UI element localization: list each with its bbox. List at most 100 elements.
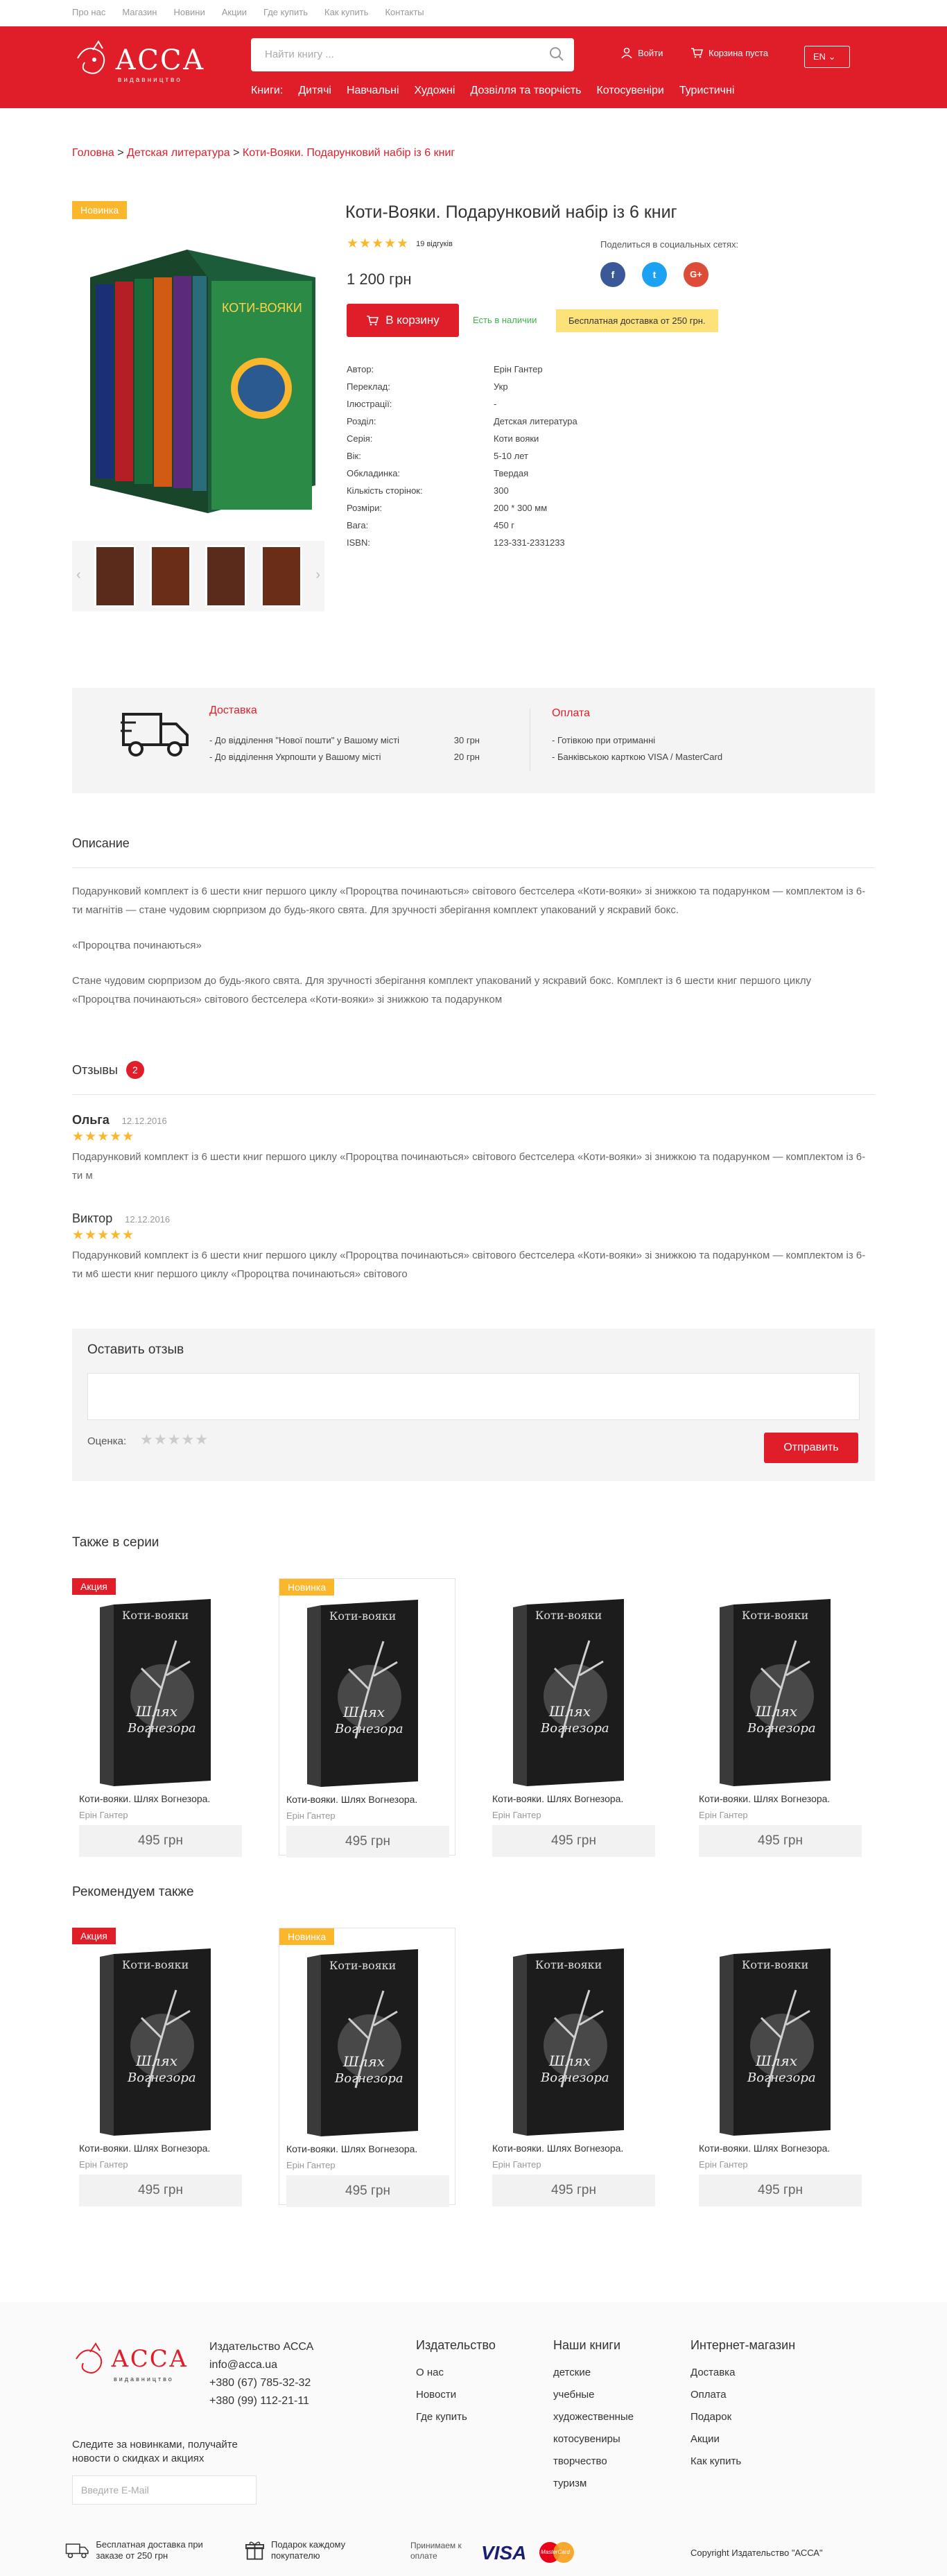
breadcrumb-current[interactable]: Коти-Вояки. Подарунковий набір із 6 книг [243, 147, 455, 159]
nav-item[interactable]: Навчальні [347, 85, 399, 97]
footer-link[interactable]: творчество [553, 2450, 634, 2473]
footer-link[interactable]: Подарок [690, 2406, 795, 2428]
footer-link[interactable]: детские [553, 2362, 634, 2384]
product-card-image[interactable]: Коти-вояки Шлях Вогнезора [307, 1600, 424, 1787]
spec-row: Переклад: Укр [347, 378, 577, 395]
breadcrumb-home[interactable]: Головна [72, 147, 114, 159]
language-select[interactable]: EN ⌄ [804, 46, 850, 68]
product-card-image[interactable]: Коти-вояки Шлях Вогнезора [720, 1599, 836, 1786]
breadcrumb-category[interactable]: Детская литература [127, 147, 230, 159]
product-card[interactable]: Коти-вояки Шлях Вогнезора Новинка Коти-вояки… [279, 1928, 455, 2207]
thumbnail[interactable] [94, 545, 136, 607]
footer-link[interactable]: О нас [416, 2362, 496, 2384]
thumbnail[interactable] [261, 545, 302, 607]
submit-review-button[interactable]: Отправить [764, 1433, 858, 1463]
footer-link[interactable]: Как купить [690, 2450, 795, 2473]
footer-col-title: Интернет-магазин [690, 2338, 796, 2352]
google-plus-icon[interactable]: G+ [684, 262, 709, 287]
subscribe-email-input[interactable]: Введите E-Mail [72, 2475, 257, 2505]
description-title: Описание [72, 836, 130, 850]
review-textarea[interactable] [87, 1373, 860, 1420]
product-card-author: Ерін Гантер [286, 1810, 336, 1821]
spec-value: Укр [494, 381, 508, 392]
product-card-image[interactable]: Коти-вояки Шлях Вогнезора [100, 1948, 216, 2136]
footer-link[interactable]: художественные [553, 2406, 634, 2428]
product-card[interactable]: Коти-вояки Шлях Вогнезора Коти-вояки. Шлях … [692, 1928, 869, 2206]
nav-item[interactable]: Художні [415, 85, 455, 97]
search-placeholder: Найти книгу ... [265, 49, 334, 60]
spec-row: Автор: Ерін Гантер [347, 361, 577, 378]
product-card[interactable]: Коти-вояки Шлях Вогнезора Коти-вояки. Шлях … [485, 1928, 662, 2206]
thumbnail[interactable] [205, 545, 247, 607]
footer-link[interactable]: Где купить [416, 2406, 496, 2428]
cart-link[interactable]: Корзина пуста [690, 47, 768, 58]
facebook-icon[interactable]: f [600, 262, 625, 287]
series-cards: Коти-вояки Шлях Вогнезора Акция Коти-вояки. … [72, 1578, 875, 1862]
spec-key: Обкладинка: [347, 468, 401, 478]
product-card-author: Ерін Гантер [699, 1810, 748, 1820]
product-card[interactable]: Коти-вояки Шлях Вогнезора Коти-вояки. Шлях … [485, 1578, 662, 1857]
add-to-cart-button[interactable]: В корзину [347, 304, 459, 337]
spec-row: Кількість сторінок: 300 [347, 482, 577, 499]
product-card-title[interactable]: Коти-вояки. Шлях Вогнезора. [286, 2143, 417, 2154]
footer-link[interactable]: Доставка [690, 2362, 795, 2384]
product-card-image[interactable]: Коти-вояки Шлях Вогнезора [720, 1948, 836, 2136]
top-link[interactable]: Контакты [385, 7, 424, 17]
nav-item[interactable]: Дитячі [298, 85, 331, 97]
chevron-left-icon[interactable]: ‹ [76, 567, 81, 583]
product-card-title[interactable]: Коти-вояки. Шлях Вогнезора. [699, 2143, 830, 2154]
search-box[interactable]: Найти книгу ... [251, 38, 574, 71]
twitter-icon[interactable]: t [642, 262, 667, 287]
nav-item[interactable]: Котосувеніри [596, 85, 663, 97]
product-main-image[interactable]: КОТИ-ВОЯКИ [76, 236, 319, 520]
product-card[interactable]: Коти-вояки Шлях Вогнезора Новинка Коти-вояки… [279, 1578, 455, 1858]
product-card-image[interactable]: Коти-вояки Шлях Вогнезора [100, 1599, 216, 1786]
top-link[interactable]: Про нас [72, 7, 105, 17]
product-card-author: Ерін Гантер [492, 2159, 541, 2170]
footer-link[interactable]: Акции [690, 2428, 795, 2450]
product-card-image[interactable]: Коти-вояки Шлях Вогнезора [513, 1948, 629, 2136]
footer-link[interactable]: учебные [553, 2384, 634, 2406]
nav-label: Книги: [251, 85, 284, 96]
product-card[interactable]: Коти-вояки Шлях Вогнезора Акция Коти-вояки. … [72, 1928, 249, 2206]
product-card[interactable]: Коти-вояки Шлях Вогнезора Акция Коти-вояки. … [72, 1578, 249, 1857]
search-icon[interactable] [549, 46, 564, 62]
footer-logo[interactable]: АССА видавництво [72, 2341, 190, 2389]
product-card-title[interactable]: Коти-вояки. Шлях Вогнезора. [79, 1793, 210, 1804]
book-cover-title: Шлях [756, 2052, 798, 2069]
product-card-image[interactable]: Коти-вояки Шлях Вогнезора [307, 1949, 424, 2136]
spec-value: 123-331-2331233 [494, 537, 565, 548]
top-link[interactable]: Как купить [324, 7, 368, 17]
product-card-title[interactable]: Коти-вояки. Шлях Вогнезора. [79, 2143, 210, 2154]
footer-link[interactable]: котосувениры [553, 2428, 634, 2450]
footer-email[interactable]: info@acca.ua [209, 2356, 313, 2374]
product-card-title[interactable]: Коти-вояки. Шлях Вогнезора. [492, 2143, 623, 2154]
logo-icon [76, 2342, 103, 2374]
product-card-image[interactable]: Коти-вояки Шлях Вогнезора [513, 1599, 629, 1786]
footer-phone[interactable]: +380 (99) 112-21-11 [209, 2392, 313, 2410]
logo[interactable]: АССА видавництво [72, 37, 204, 86]
cart-label: Корзина пуста [709, 47, 769, 58]
footer-link[interactable]: Оплата [690, 2384, 795, 2406]
product-card[interactable]: Коти-вояки Шлях Вогнезора Коти-вояки. Шлях … [692, 1578, 869, 1857]
review-count[interactable]: 19 відгуків [416, 240, 453, 248]
top-link[interactable]: Новини [173, 7, 205, 17]
footer-logo-subtext: видавництво [114, 2376, 174, 2383]
top-link[interactable]: Акции [222, 7, 247, 17]
top-link[interactable]: Магазин [122, 7, 157, 17]
footer-link[interactable]: Новости [416, 2384, 496, 2406]
product-card-price: 495 грн [492, 2175, 655, 2206]
rating-input-stars-icon[interactable]: ★★★★★ [140, 1431, 209, 1449]
product-card-title[interactable]: Коти-вояки. Шлях Вогнезора. [699, 1793, 830, 1804]
footer-phone[interactable]: +380 (67) 785-32-32 [209, 2374, 313, 2392]
product-card-title[interactable]: Коти-вояки. Шлях Вогнезора. [492, 1793, 623, 1804]
nav-item[interactable]: Туристичні [679, 85, 735, 97]
chevron-right-icon[interactable]: › [315, 567, 320, 583]
top-link[interactable]: Где купить [263, 7, 308, 17]
footer-link[interactable]: туризм [553, 2473, 634, 2495]
thumbnail[interactable] [150, 545, 191, 607]
login-link[interactable]: Войти [621, 47, 663, 58]
product-card-title[interactable]: Коти-вояки. Шлях Вогнезора. [286, 1794, 417, 1805]
reviews-title: Отзывы [72, 1062, 118, 1077]
nav-item[interactable]: Дозвілля та творчість [470, 85, 581, 97]
